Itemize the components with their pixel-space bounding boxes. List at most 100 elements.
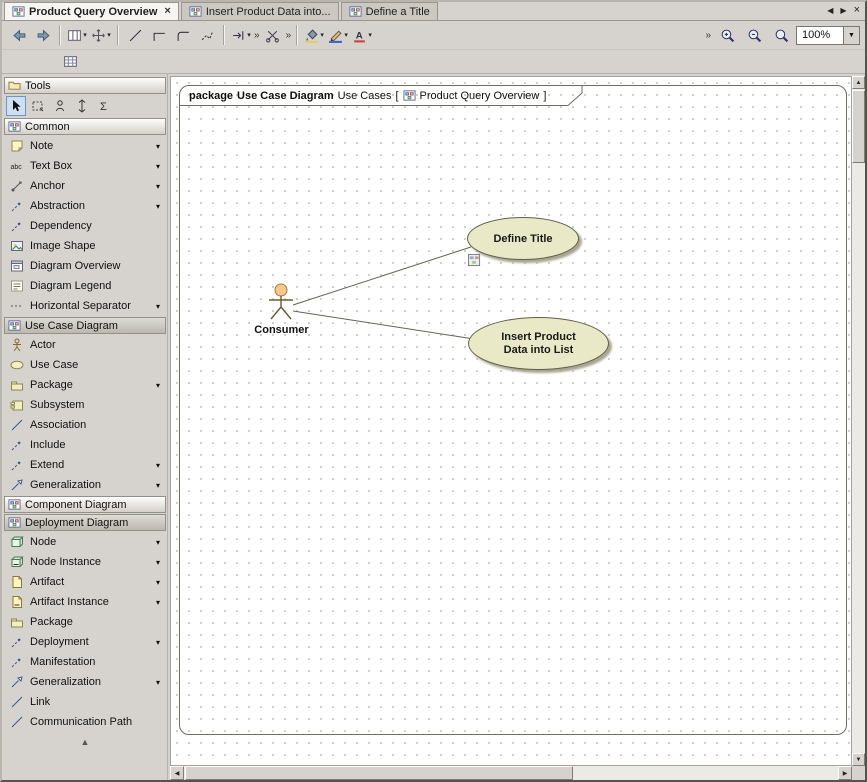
zoom-level-combobox[interactable]: 100% ▼: [796, 26, 860, 45]
back-button[interactable]: [7, 24, 31, 46]
dependency-tool-button[interactable]: ▾: [229, 24, 253, 46]
chevron-down-icon[interactable]: ▾: [156, 638, 160, 647]
node-instance-icon: [10, 555, 24, 569]
chevron-down-icon[interactable]: ▾: [156, 202, 160, 211]
scroll-left-arrow[interactable]: ◀: [170, 766, 184, 780]
palette-item-label: Deployment: [30, 636, 89, 648]
palette-item-subsystem[interactable]: Subsystem: [4, 395, 166, 415]
palette-item-anchor[interactable]: Anchor▾: [4, 176, 166, 196]
palette-item-communication-path[interactable]: Communication Path: [4, 712, 166, 732]
palette-section-use-case-diagram[interactable]: Use Case Diagram: [4, 317, 166, 334]
chevron-down-icon[interactable]: ▾: [156, 162, 160, 171]
actor-consumer[interactable]: [267, 283, 295, 321]
previous-tab-button[interactable]: ◀: [827, 6, 833, 15]
palette-item-actor[interactable]: Actor: [4, 335, 166, 355]
overflow-chevron[interactable]: »: [286, 30, 292, 41]
linked-diagram-badge[interactable]: [468, 254, 481, 267]
diagram-elements-button[interactable]: [58, 51, 82, 73]
palette-item-image-shape[interactable]: Image Shape: [4, 236, 166, 256]
palette-item-dependency[interactable]: Dependency: [4, 216, 166, 236]
chevron-down-icon[interactable]: ▾: [156, 182, 160, 191]
swimlanes-button[interactable]: ▾: [65, 24, 89, 46]
palette-item-note[interactable]: Note▾: [4, 136, 166, 156]
custom-path-button[interactable]: [195, 24, 219, 46]
line-color-button[interactable]: ▾: [326, 24, 350, 46]
align-tool-button[interactable]: [72, 96, 92, 116]
palette-item-include[interactable]: Include: [4, 435, 166, 455]
palette-section-common[interactable]: Common: [4, 118, 166, 135]
palette-item-package[interactable]: Package▾: [4, 375, 166, 395]
palette-item-link[interactable]: Link: [4, 692, 166, 712]
next-tab-button[interactable]: ▶: [840, 6, 846, 15]
summary-tool-button[interactable]: Σ: [94, 96, 114, 116]
chevron-down-icon[interactable]: ▼: [843, 27, 859, 44]
palette-item-artifact[interactable]: Artifact▾: [4, 572, 166, 592]
drag-mode-button[interactable]: ▾: [89, 24, 113, 46]
close-all-tabs-button[interactable]: ×: [854, 5, 860, 16]
palette-item-package[interactable]: Package: [4, 612, 166, 632]
palette-item-use-case[interactable]: Use Case: [4, 355, 166, 375]
toolbar-separator: [117, 25, 119, 45]
scroll-up-arrow[interactable]: ▲: [852, 76, 865, 89]
palette-item-abstraction[interactable]: Abstraction▾: [4, 196, 166, 216]
rounded-path-button[interactable]: [171, 24, 195, 46]
diagram-canvas[interactable]: package Use Case Diagram Use Cases [ Pro…: [170, 76, 852, 766]
chevron-down-icon[interactable]: ▾: [156, 461, 160, 470]
chevron-down-icon[interactable]: ▾: [156, 538, 160, 547]
tab-define-a-title[interactable]: Define a Title: [341, 2, 438, 20]
palette-item-node[interactable]: Node▾: [4, 532, 166, 552]
palette-item-manifestation[interactable]: Manifestation: [4, 652, 166, 672]
palette-item-node-instance[interactable]: Node Instance▾: [4, 552, 166, 572]
chevron-down-icon[interactable]: ▾: [156, 481, 160, 490]
overflow-chevron[interactable]: »: [705, 30, 711, 41]
palette-item-extend[interactable]: Extend▾: [4, 455, 166, 475]
palette-section-tools[interactable]: Tools: [4, 77, 166, 94]
chevron-down-icon[interactable]: ▾: [156, 302, 160, 311]
rectilinear-path-button[interactable]: [147, 24, 171, 46]
chevron-down-icon[interactable]: ▾: [156, 598, 160, 607]
usecase-insert-product-data[interactable]: Insert Product Data into List: [468, 317, 609, 370]
diagram-tab-bar: Product Query Overview × Insert Product …: [2, 2, 865, 21]
palette-item-generalization[interactable]: Generalization▾: [4, 475, 166, 495]
zoom-in-button[interactable]: [715, 24, 739, 46]
zoom-out-button[interactable]: [742, 24, 766, 46]
chevron-down-icon[interactable]: ▾: [156, 381, 160, 390]
horizontal-scrollbar[interactable]: ◀ ▶: [170, 766, 852, 780]
overflow-chevron[interactable]: »: [254, 30, 260, 41]
marquee-select-button[interactable]: [28, 96, 48, 116]
select-tool-button[interactable]: [6, 96, 26, 116]
chevron-down-icon[interactable]: ▾: [156, 578, 160, 587]
palette-item-generalization[interactable]: Generalization▾: [4, 672, 166, 692]
palette-item-diagram-overview[interactable]: Diagram Overview: [4, 256, 166, 276]
vertical-scrollbar-thumb[interactable]: [852, 90, 865, 163]
tab-product-query-overview[interactable]: Product Query Overview ×: [4, 2, 179, 20]
palette-item-diagram-legend[interactable]: Diagram Legend: [4, 276, 166, 296]
palette-item-horizontal-separator[interactable]: Horizontal Separator▾: [4, 296, 166, 316]
palette-section-deployment-diagram[interactable]: Deployment Diagram: [4, 514, 166, 531]
palette-item-artifact-instance[interactable]: Artifact Instance▾: [4, 592, 166, 612]
people-tool-button[interactable]: [50, 96, 70, 116]
chevron-down-icon[interactable]: ▾: [156, 558, 160, 567]
legend-icon: [10, 279, 24, 293]
palette-item-deployment[interactable]: Deployment ▾: [4, 632, 166, 652]
palette-item-association[interactable]: Association: [4, 415, 166, 435]
scroll-right-arrow[interactable]: ▶: [838, 766, 852, 780]
horizontal-scrollbar-thumb[interactable]: [185, 766, 573, 780]
tab-insert-product-data[interactable]: Insert Product Data into...: [181, 2, 339, 20]
chevron-down-icon[interactable]: ▾: [156, 142, 160, 151]
split-button[interactable]: [261, 24, 285, 46]
fill-color-button[interactable]: ▾: [302, 24, 326, 46]
usecase-define-title[interactable]: Define Title: [467, 217, 579, 260]
palette-item-text-box[interactable]: abcText Box▾: [4, 156, 166, 176]
vertical-scrollbar[interactable]: ▲ ▼: [852, 76, 865, 766]
zoom-fit-button[interactable]: [769, 24, 793, 46]
chevron-down-icon[interactable]: ▾: [156, 678, 160, 687]
palette-collapse-button[interactable]: ▲: [50, 737, 120, 747]
usecase-icon: [10, 358, 24, 372]
close-tab-icon[interactable]: ×: [164, 6, 170, 17]
scroll-down-arrow[interactable]: ▼: [852, 753, 865, 766]
font-color-button[interactable]: A▾: [350, 24, 374, 46]
palette-section-component-diagram[interactable]: Component Diagram: [4, 496, 166, 513]
oblique-path-button[interactable]: [123, 24, 147, 46]
forward-button[interactable]: [31, 24, 55, 46]
